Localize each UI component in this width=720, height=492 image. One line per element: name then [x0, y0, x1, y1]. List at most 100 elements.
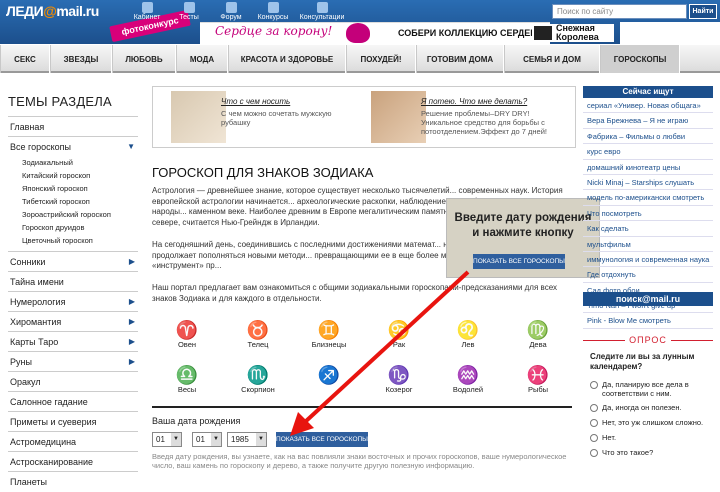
- menu-diet[interactable]: ПОХУДЕЙ!: [346, 45, 416, 73]
- promo-block: Что с чем носить С чем можно сочетать му…: [152, 86, 576, 148]
- sidebar-sub-item[interactable]: Тибетский гороскоп: [8, 195, 138, 208]
- trending-item[interactable]: иммунология и современная наука: [583, 252, 713, 268]
- zodiac-pisces[interactable]: ♓ Рыбы: [519, 365, 557, 394]
- radio-button[interactable]: [590, 449, 598, 457]
- trending-item[interactable]: Что посмотреть: [583, 206, 713, 222]
- promo-title[interactable]: Я потею. Что мне делать?: [421, 97, 527, 106]
- poll-option[interactable]: Да, планирую все дела в соответствии с н…: [590, 380, 712, 398]
- menu-sex[interactable]: СЕКС: [0, 45, 50, 73]
- radio-button[interactable]: [590, 434, 598, 442]
- show-horoscopes-button[interactable]: ПОКАЗАТЬ ВСЕ ГОРОСКОПЫ: [276, 432, 368, 447]
- trending-item[interactable]: курс евро: [583, 144, 713, 160]
- zodiac-libra[interactable]: ♎ Весы: [168, 365, 206, 394]
- zodiac-aries[interactable]: ♈ Овен: [168, 320, 206, 349]
- arrow-right-icon: ▶: [128, 316, 135, 326]
- sidebar-sub-item[interactable]: Цветочный гороскоп: [8, 234, 138, 247]
- sidebar-sub-item[interactable]: Зодиакальный: [8, 156, 138, 169]
- radio-button[interactable]: [590, 419, 598, 427]
- promo-title[interactable]: Что с чем носить: [221, 97, 290, 106]
- menu-stars[interactable]: ЗВЕЗДЫ: [50, 45, 112, 73]
- zodiac-taurus[interactable]: ♉ Телец: [239, 320, 277, 349]
- trending-item[interactable]: Nicki Minaj – Starships слушать: [583, 175, 713, 191]
- banner-brand[interactable]: Снежная Королева: [532, 24, 614, 42]
- sidebar-item[interactable]: Салонное гадание: [8, 391, 138, 411]
- banner-right: [620, 22, 720, 44]
- trending-item[interactable]: сериал «Универ. Новая общага»: [583, 98, 713, 114]
- search-mail-logo[interactable]: поиск@mail.ru: [583, 292, 713, 306]
- month-select[interactable]: 01 ▼: [192, 432, 222, 447]
- zodiac-gemini[interactable]: ♊ Близнецы: [310, 320, 348, 349]
- year-select[interactable]: 1985 ▼: [227, 432, 267, 447]
- sidebar-item[interactable]: Нумерология ▶: [8, 291, 138, 311]
- banner-slogan: Сердце за корону!: [215, 24, 333, 38]
- poll-option[interactable]: Что это такое?: [590, 448, 712, 457]
- trending-item[interactable]: Где отдохнуть: [583, 267, 713, 283]
- trending-item[interactable]: Pink - Blow Me смотреть: [583, 313, 713, 329]
- trending-item[interactable]: Как сделать: [583, 221, 713, 237]
- sidebar-item[interactable]: Оракул: [8, 371, 138, 391]
- zodiac-virgo[interactable]: ♍ Дева: [519, 320, 557, 349]
- zodiac-aquarius[interactable]: ♒ Водолей: [449, 365, 487, 394]
- sidebar-item[interactable]: Сонники ▶: [8, 251, 138, 271]
- nav-contests[interactable]: Конкурсы: [254, 2, 292, 21]
- promo-image-woman[interactable]: [371, 91, 426, 143]
- menu-beauty[interactable]: КРАСОТА И ЗДОРОВЬЕ: [228, 45, 346, 73]
- arrow-down-icon: ▼: [127, 141, 135, 151]
- promo-text: Решение проблемы–DRY DRY! Уникальное сре…: [421, 109, 548, 136]
- sidebar-sub-item[interactable]: Зороастрийский гороскоп: [8, 208, 138, 221]
- nav-forum[interactable]: Форум: [212, 2, 250, 21]
- zodiac-scorpio[interactable]: ♏ Скорпион: [239, 365, 277, 394]
- sidebar-title: ТЕМЫ РАЗДЕЛА: [8, 94, 112, 109]
- sidebar-item[interactable]: Руны ▶: [8, 351, 138, 371]
- trending-item[interactable]: Вера Брежнева – Я не играю: [583, 113, 713, 129]
- sidebar-sub-item[interactable]: Китайский гороскоп: [8, 169, 138, 182]
- poll-question: Следите ли вы за лунным календарем?: [590, 352, 695, 371]
- page-title: ГОРОСКОП ДЛЯ ЗНАКОВ ЗОДИАКА: [152, 165, 374, 180]
- trending-item[interactable]: Фабрика – Фильмы о любви: [583, 129, 713, 145]
- sidebar-item[interactable]: Хиромантия ▶: [8, 311, 138, 331]
- arrow-right-icon: ▶: [128, 256, 135, 266]
- menu-horoscopes[interactable]: ГОРОСКОПЫ: [600, 45, 680, 73]
- sidebar-sub-item[interactable]: Гороскоп друидов: [8, 221, 138, 234]
- overlay-show-horoscopes-button[interactable]: ПОКАЗАТЬ ВСЕ ГОРОСКОПЫ: [473, 254, 565, 269]
- sidebar-item[interactable]: Планеты: [8, 471, 138, 491]
- nav-consult[interactable]: Консультации: [296, 2, 348, 21]
- radio-button[interactable]: [590, 381, 598, 389]
- menu-fashion[interactable]: МОДА: [176, 45, 228, 73]
- search-button[interactable]: Найти: [689, 4, 717, 19]
- zodiac-cancer[interactable]: ♋ Рак: [380, 320, 418, 349]
- site-logo[interactable]: ЛЕДИ@mail.ru: [6, 3, 99, 19]
- banner-collect-text: СОБЕРИ КОЛЛЕКЦИЮ СЕРДЕЦ: [398, 28, 537, 38]
- zodiac-capricorn[interactable]: ♑ Козерог: [380, 365, 418, 394]
- poll-option[interactable]: Да, иногда он полезен.: [590, 403, 712, 412]
- poll-option[interactable]: Нет.: [590, 433, 712, 442]
- poll-option[interactable]: Нет, это уж слишком сложно.: [590, 418, 712, 427]
- zodiac-sagittarius[interactable]: ♐: [310, 365, 348, 385]
- trending-item[interactable]: модель по-американски смотреть: [583, 190, 713, 206]
- nav-cabinet[interactable]: Кабинет: [128, 2, 166, 21]
- dropdown-arrow-icon: ▼: [211, 433, 221, 446]
- trending-item[interactable]: мультфильм: [583, 237, 713, 252]
- radio-button[interactable]: [590, 404, 598, 412]
- menu-love[interactable]: ЛЮБОВЬ: [112, 45, 176, 73]
- sidebar-sub-item[interactable]: Японский гороскоп: [8, 182, 138, 195]
- zodiac-leo[interactable]: ♌ Лев: [449, 320, 487, 349]
- search-input[interactable]: Поиск по сайту: [552, 4, 687, 19]
- nav-tests[interactable]: Тесты: [170, 2, 208, 21]
- day-select[interactable]: 01 ▼: [152, 432, 182, 447]
- sidebar-item-all-horoscopes[interactable]: Все гороскопы ▼: [8, 136, 138, 156]
- promo-image-shirt[interactable]: [171, 91, 226, 143]
- trending-item[interactable]: домашний кинотеатр цены: [583, 160, 713, 175]
- forum-icon: [225, 2, 237, 13]
- sidebar-item[interactable]: Приметы и суеверия: [8, 411, 138, 431]
- sidebar-item-main[interactable]: Главная: [8, 116, 138, 136]
- sidebar-item[interactable]: Астросканирование: [8, 451, 138, 471]
- sidebar-item[interactable]: Астромедицина: [8, 431, 138, 451]
- dropdown-arrow-icon: ▼: [171, 433, 181, 446]
- menu-family[interactable]: СЕМЬЯ И ДОМ: [504, 45, 600, 73]
- sidebar-item[interactable]: Карты Таро ▶: [8, 331, 138, 351]
- menu-cooking[interactable]: ГОТОВИМ ДОМА: [416, 45, 504, 73]
- tests-icon: [183, 2, 195, 13]
- brand-logo-icon: [534, 26, 552, 40]
- sidebar-item[interactable]: Тайна имени: [8, 271, 138, 291]
